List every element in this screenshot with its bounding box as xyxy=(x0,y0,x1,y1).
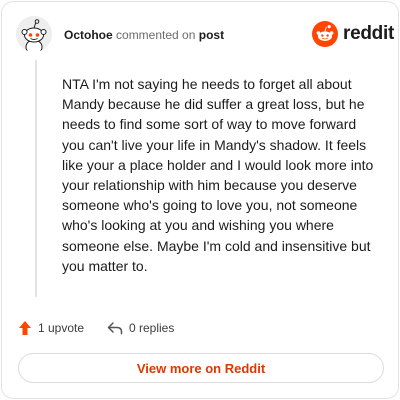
author-name[interactable]: Octohoe xyxy=(64,28,113,42)
reddit-logo-icon xyxy=(312,21,338,47)
avatar[interactable] xyxy=(16,16,52,52)
upvote-label: 1 upvote xyxy=(38,321,85,335)
reply-count[interactable]: 0 replies xyxy=(107,318,174,338)
reddit-wordmark: reddit xyxy=(343,23,394,44)
view-more-button[interactable]: View more on Reddit xyxy=(18,353,384,383)
snoo-avatar-icon xyxy=(16,16,52,52)
action-text: commented on xyxy=(116,28,196,42)
comment-header: Octohoe commented on post xyxy=(64,27,224,43)
reddit-brand[interactable]: reddit xyxy=(312,20,394,48)
replies-label: 0 replies xyxy=(129,321,175,335)
upvote-arrow-icon xyxy=(19,321,31,335)
upvote-count[interactable]: 1 upvote xyxy=(18,318,84,338)
reply-arrow-icon xyxy=(107,322,123,335)
post-link[interactable]: post xyxy=(199,28,224,42)
thread-line xyxy=(35,60,37,297)
embedded-comment-card: Octohoe commented on post reddit NTA I'm… xyxy=(1,1,399,399)
comment-text: NTA I'm not saying he needs to forget al… xyxy=(62,76,374,274)
